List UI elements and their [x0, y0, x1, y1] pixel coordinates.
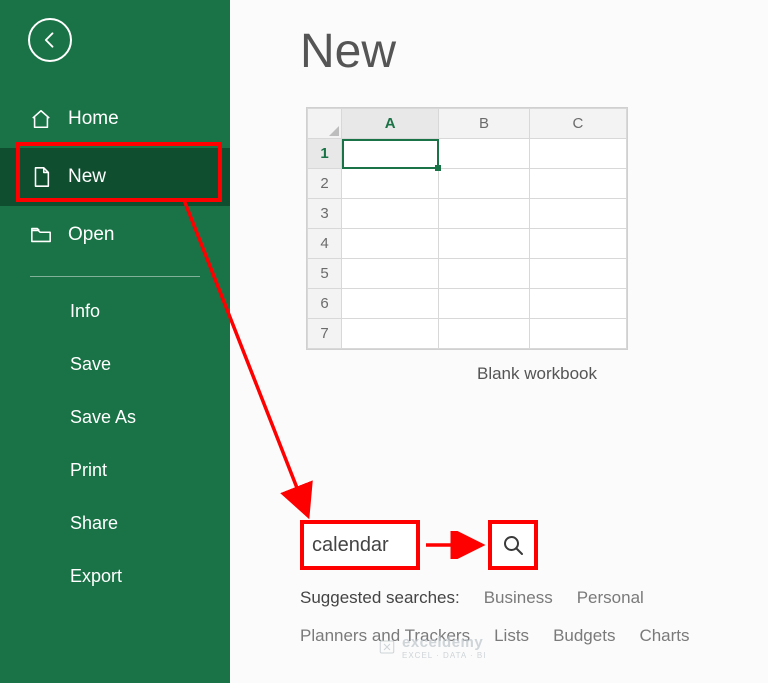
nav-share[interactable]: Share — [0, 497, 230, 550]
nav-export[interactable]: Export — [0, 550, 230, 603]
row-header: 7 — [308, 319, 342, 349]
suggested-link[interactable]: Charts — [639, 626, 689, 646]
watermark-brand: exceldemy — [402, 634, 486, 651]
nav-print[interactable]: Print — [0, 444, 230, 497]
nav-save[interactable]: Save — [0, 338, 230, 391]
search-icon — [501, 533, 525, 557]
cell — [439, 229, 529, 259]
annotation-highlight-search-input — [300, 520, 420, 570]
cell — [439, 319, 529, 349]
template-preview: A B C 1 2 3 4 5 6 7 — [306, 107, 628, 350]
nav-saveas[interactable]: Save As — [0, 391, 230, 444]
cell — [342, 259, 439, 289]
row-header: 5 — [308, 259, 342, 289]
template-search-input[interactable] — [304, 524, 416, 566]
cell — [342, 289, 439, 319]
col-header: A — [342, 109, 439, 139]
cell — [342, 199, 439, 229]
home-icon — [30, 108, 52, 130]
row-header: 4 — [308, 229, 342, 259]
cell — [529, 259, 626, 289]
nav-home[interactable]: Home — [0, 90, 230, 148]
suggested-link[interactable]: Lists — [494, 626, 529, 646]
template-search-area: Suggested searches: Business Personal Pl… — [300, 520, 760, 646]
row-header: 3 — [308, 199, 342, 229]
select-all-corner — [308, 109, 342, 139]
watermark-tagline: EXCEL · DATA · BI — [402, 651, 486, 660]
suggested-link[interactable]: Business — [484, 588, 553, 608]
folder-open-icon — [30, 224, 52, 246]
cell — [529, 289, 626, 319]
suggested-label: Suggested searches: — [300, 588, 460, 608]
col-header: C — [529, 109, 626, 139]
arrow-left-icon — [40, 30, 60, 50]
row-header: 1 — [308, 139, 342, 169]
row-header: 2 — [308, 169, 342, 199]
annotation-arrow — [424, 531, 488, 559]
template-search-button[interactable] — [488, 520, 538, 570]
file-icon — [30, 166, 52, 188]
nav-secondary: Info Save Save As Print Share Export — [0, 285, 230, 603]
backstage-sidebar: Home New Open Info Save Save As Print Sh… — [0, 0, 230, 683]
cell — [342, 169, 439, 199]
cell — [342, 229, 439, 259]
cell — [439, 139, 529, 169]
nav-new[interactable]: New — [0, 148, 230, 206]
page-title: New — [300, 24, 768, 79]
cell — [439, 259, 529, 289]
nav-open-label: Open — [68, 224, 114, 246]
nav-primary: Home New Open — [0, 90, 230, 264]
cell — [529, 139, 626, 169]
nav-info[interactable]: Info — [0, 285, 230, 338]
col-header: B — [439, 109, 529, 139]
row-header: 6 — [308, 289, 342, 319]
nav-open[interactable]: Open — [0, 206, 230, 264]
suggested-link[interactable]: Personal — [577, 588, 644, 608]
cell — [529, 229, 626, 259]
watermark: exceldemy EXCEL · DATA · BI — [378, 634, 486, 660]
suggested-searches: Suggested searches: Business Personal Pl… — [300, 588, 760, 646]
cell — [529, 319, 626, 349]
nav-home-label: Home — [68, 108, 119, 130]
nav-new-label: New — [68, 166, 106, 188]
back-button[interactable] — [28, 18, 72, 62]
cell — [439, 289, 529, 319]
nav-separator — [30, 276, 200, 277]
cell — [439, 169, 529, 199]
suggested-link[interactable]: Budgets — [553, 626, 615, 646]
cell — [439, 199, 529, 229]
cell — [342, 319, 439, 349]
template-blank-workbook[interactable]: A B C 1 2 3 4 5 6 7 Blank workbook — [306, 107, 768, 384]
cell — [529, 199, 626, 229]
template-label: Blank workbook — [477, 364, 597, 384]
cell — [529, 169, 626, 199]
cell — [342, 139, 439, 169]
excel-icon — [378, 638, 396, 656]
